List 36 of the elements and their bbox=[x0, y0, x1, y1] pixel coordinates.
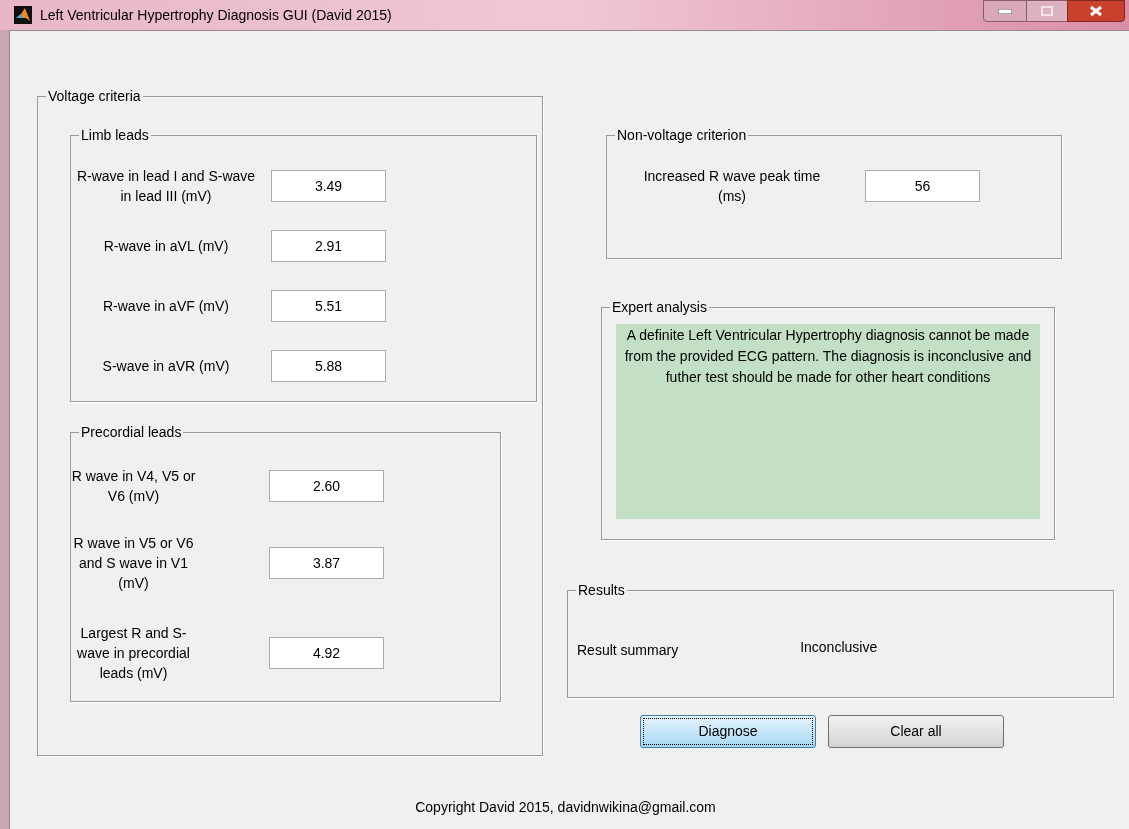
field-label: R-wave in aVL (mV) bbox=[102, 237, 230, 256]
field-label: R wave in V4, V5 or V6 (mV) bbox=[71, 467, 196, 506]
action-button[interactable]: Diagnose bbox=[640, 715, 816, 748]
value-field[interactable]: 56 bbox=[865, 170, 980, 202]
window-title: Left Ventricular Hypertrophy Diagnosis GUI (David 2015) bbox=[40, 5, 392, 25]
value-field[interactable]: 2.60 bbox=[269, 470, 384, 502]
field-label: R-wave in aVF (mV) bbox=[102, 297, 230, 316]
field-label: R-wave in lead I and S-wave in lead III (mV) bbox=[75, 167, 257, 206]
maximize-button[interactable] bbox=[1027, 0, 1067, 22]
close-icon bbox=[1089, 5, 1103, 17]
app-logo-icon bbox=[14, 6, 32, 24]
group-title: Precordial leads bbox=[80, 423, 183, 442]
group-title: Results bbox=[577, 581, 626, 600]
action-button[interactable]: Clear all bbox=[828, 715, 1004, 748]
value-field[interactable]: 5.51 bbox=[271, 290, 386, 322]
close-button[interactable] bbox=[1067, 0, 1125, 22]
field-label: S-wave in aVR (mV) bbox=[101, 357, 231, 376]
result-value: Inconclusive bbox=[800, 638, 878, 657]
value-field[interactable]: 3.49 bbox=[271, 170, 386, 202]
minimize-icon bbox=[998, 8, 1012, 14]
value-field[interactable]: 3.87 bbox=[269, 547, 384, 579]
field-label: Largest R and S-wave in precordial leads (mV) bbox=[76, 624, 191, 683]
minimize-button[interactable] bbox=[983, 0, 1027, 22]
group-title: Expert analysis bbox=[611, 298, 708, 317]
value-field[interactable]: 5.88 bbox=[271, 350, 386, 382]
group-title: Voltage criteria bbox=[47, 87, 142, 106]
field-label: R wave in V5 or V6 and S wave in V1 (mV) bbox=[72, 534, 195, 593]
value-field[interactable]: 2.91 bbox=[271, 230, 386, 262]
field-label: Increased R wave peak time (ms) bbox=[642, 167, 822, 206]
result-label: Result summary bbox=[577, 641, 679, 660]
copyright-text: Copyright David 2015, davidnwikina@gmail.com bbox=[415, 798, 716, 817]
group-title: Limb leads bbox=[80, 126, 150, 145]
value-field[interactable]: 4.92 bbox=[269, 637, 384, 669]
analysis-text-area: A definite Left Ventricular Hypertrophy diagnosis cannot be made from the provided ECG pattern. The diagnosis is inconclusive and futher test should be made for other heart conditions bbox=[616, 324, 1040, 519]
maximize-icon bbox=[1041, 6, 1053, 16]
group-title: Non-voltage criterion bbox=[616, 126, 748, 145]
